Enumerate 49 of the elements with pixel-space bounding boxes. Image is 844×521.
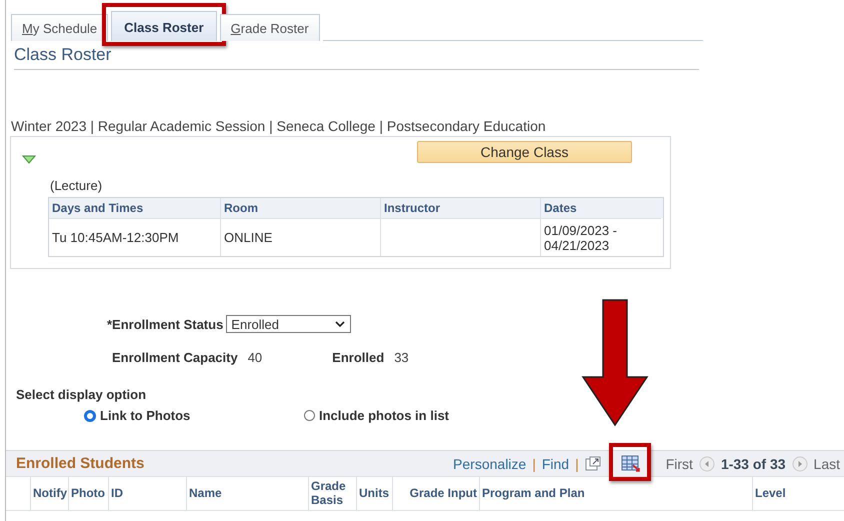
column-header: Notify <box>33 486 67 500</box>
download-grid-icon[interactable] <box>620 455 640 472</box>
column-header: Photo <box>71 486 105 500</box>
table-cell: Tu 10:45AM-12:30PM <box>49 218 221 256</box>
column-header: Grade Input <box>410 486 477 500</box>
column-header: Room <box>221 198 381 218</box>
column-header: Instructor <box>381 198 541 218</box>
previous-icon[interactable] <box>698 456 715 472</box>
tab[interactable]: Grade Roster <box>220 14 320 41</box>
component-label: (Lecture) <box>50 178 104 193</box>
column-header: Grade Basis <box>311 480 347 507</box>
column-header: Program and Plan <box>482 486 585 500</box>
radio-label[interactable]: Link to Photos <box>100 408 190 423</box>
field-value: 40 <box>248 350 262 365</box>
column-header: Level <box>755 486 786 500</box>
row-range: 1-33 of 33 <box>720 456 786 472</box>
column-header: Units <box>359 486 389 500</box>
field-label: Enrolled <box>332 350 384 365</box>
separator: | <box>532 456 536 472</box>
chevron-down-icon <box>335 320 346 328</box>
section-label: Select display option <box>16 387 148 402</box>
field-value: 33 <box>394 350 409 365</box>
grid-title: Enrolled Students <box>16 455 144 472</box>
column-header: Name <box>189 486 222 500</box>
change-class-button[interactable]: Change Class <box>417 141 632 163</box>
personalize-link[interactable]: Personalize <box>453 456 526 472</box>
last-label[interactable]: Last <box>814 456 840 472</box>
column-header: ID <box>111 486 123 500</box>
separator: | <box>575 456 579 472</box>
table-cell: 01/09/2023 - 04/21/2023 <box>541 218 661 256</box>
radio-label[interactable]: Include photos in list <box>319 408 449 423</box>
new-window-icon[interactable] <box>584 456 601 471</box>
tab[interactable]: My Schedule <box>11 14 108 41</box>
radio-button[interactable] <box>304 410 315 421</box>
enrollment-status-dropdown[interactable]: Enrolled <box>226 315 352 333</box>
page-title: Class Roster <box>14 45 699 70</box>
expand-triangle-icon[interactable] <box>22 155 36 164</box>
field-label: Enrollment Capacity <box>112 350 238 365</box>
down-arrow-icon <box>581 299 649 427</box>
find-link[interactable]: Find <box>542 456 570 472</box>
next-icon[interactable] <box>792 456 808 472</box>
tab[interactable]: Class Roster <box>111 11 217 41</box>
first-label[interactable]: First <box>666 456 693 472</box>
column-header: Dates <box>543 200 578 217</box>
radio-button[interactable] <box>84 410 96 422</box>
term-info: Winter 2023 | Regular Academic Session | Seneca College | Postsecondary Education <box>11 118 547 134</box>
field-label: *Enrollment Status <box>107 316 224 332</box>
column-header: Days and Times <box>49 198 221 218</box>
table-cell: ONLINE <box>221 218 381 256</box>
